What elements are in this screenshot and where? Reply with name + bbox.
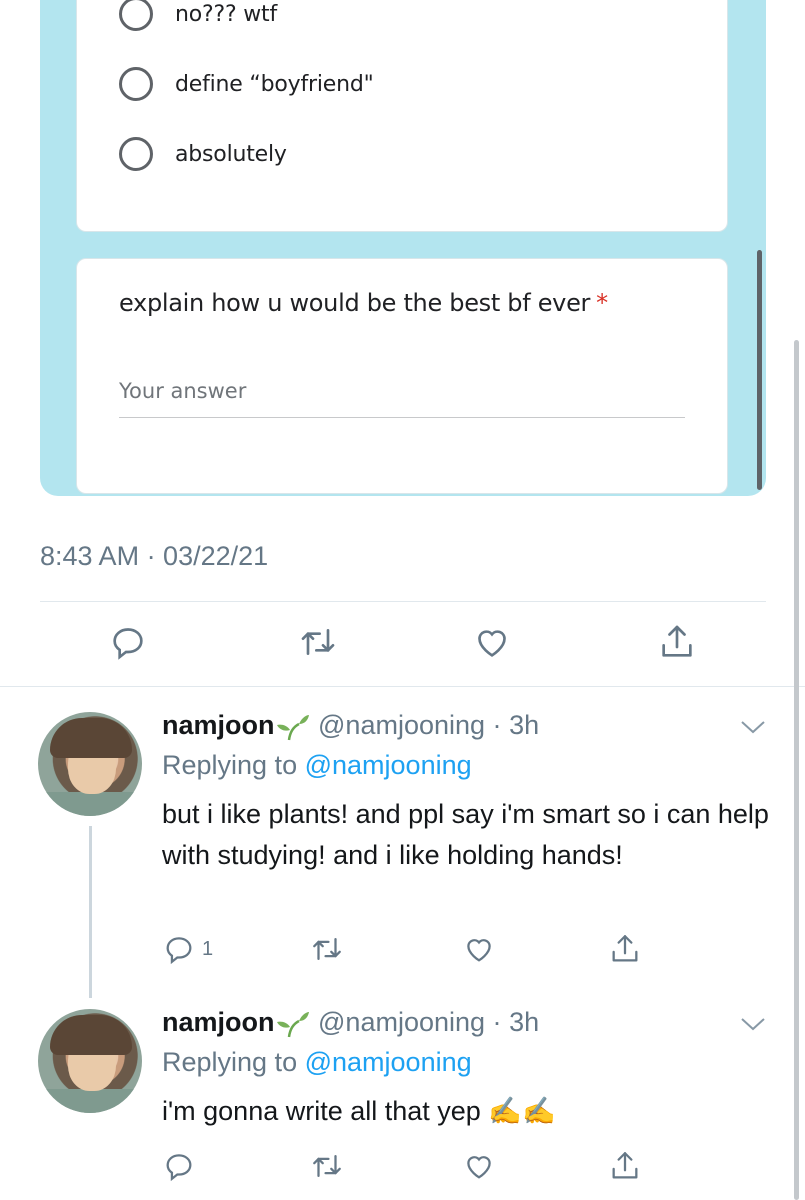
reply-count: 1 <box>202 937 214 960</box>
like-button[interactable] <box>470 620 514 664</box>
tweet-actions <box>0 620 805 670</box>
heart-icon <box>467 939 491 962</box>
question-title: explain how u would be the best bf ever * <box>119 289 608 317</box>
avatar[interactable] <box>38 712 142 816</box>
option-row: no??? wtf <box>119 0 277 34</box>
option-label: define “boyfriend" <box>175 71 374 97</box>
tweet-text: i'm gonna write all that yep ✍️✍️ <box>162 1096 556 1126</box>
avatar-shirt <box>38 1089 142 1113</box>
avatar[interactable] <box>38 1009 142 1113</box>
sprout-icon <box>276 1011 309 1038</box>
avatar-shirt <box>38 792 142 816</box>
option-label: no??? wtf <box>175 1 277 27</box>
avatar-hair <box>50 1015 132 1055</box>
option-row: define “boyfriend" <box>119 64 374 104</box>
answer-underline <box>119 417 685 418</box>
divider <box>0 686 805 687</box>
option-label: absolutely <box>175 141 287 167</box>
replying-to: Replying to @namjooning <box>162 750 472 781</box>
tweet-text: but i like plants! and ppl say i'm smart… <box>162 799 769 870</box>
tweet-time: 3h <box>509 710 540 740</box>
radio-button <box>119 67 153 101</box>
tweet-header: namjoon @namjooning · 3h <box>162 710 539 741</box>
retweet-icon <box>301 629 335 655</box>
share-button[interactable] <box>655 620 699 664</box>
tweet-time: 3h <box>509 1007 540 1037</box>
reply-button[interactable] <box>162 1149 202 1183</box>
replying-prefix: Replying to <box>162 750 298 780</box>
retweet-button[interactable] <box>310 932 344 966</box>
reply-button[interactable]: 1 <box>162 932 213 966</box>
heart-icon <box>478 630 506 657</box>
avatar-hair <box>50 718 132 758</box>
mention-link[interactable]: @namjooning <box>305 1047 472 1077</box>
retweet-icon <box>313 1154 341 1178</box>
option-row: absolutely <box>119 134 287 174</box>
like-button[interactable] <box>462 1149 496 1183</box>
radio-button <box>119 137 153 171</box>
question-card: explain how u would be the best bf ever *… <box>76 258 728 494</box>
radio-button <box>119 0 153 31</box>
chevron-down-icon[interactable] <box>738 1014 768 1034</box>
reply-button[interactable] <box>106 620 150 664</box>
mention-link[interactable]: @namjooning <box>305 750 472 780</box>
form-scrollbar <box>757 250 762 490</box>
tweet-timestamp: 8:43 AM · 03/22/21 <box>40 541 269 571</box>
form-screenshot-image[interactable]: no??? wtf define “boyfriend" absolutely … <box>40 0 766 496</box>
share-icon <box>612 1152 638 1179</box>
handle[interactable]: @namjooning <box>318 710 485 740</box>
retweet-button[interactable] <box>296 620 340 664</box>
separator-dot: · <box>492 710 502 740</box>
question-text: explain how u would be the best bf ever <box>119 289 591 317</box>
tweet-header: namjoon @namjooning · 3h <box>162 1007 539 1038</box>
reply-icon <box>166 937 192 965</box>
options-card: no??? wtf define “boyfriend" absolutely <box>76 0 728 232</box>
retweet-icon <box>313 937 341 961</box>
share-icon <box>662 625 692 657</box>
divider <box>40 601 766 602</box>
share-button[interactable] <box>608 932 642 966</box>
answer-placeholder: Your answer <box>119 379 247 403</box>
replying-prefix: Replying to <box>162 1047 298 1077</box>
chevron-down-icon[interactable] <box>738 717 768 737</box>
replying-to: Replying to @namjooning <box>162 1047 472 1078</box>
retweet-button[interactable] <box>310 1149 344 1183</box>
required-asterisk: * <box>596 289 608 317</box>
display-name[interactable]: namjoon <box>162 710 275 740</box>
display-name[interactable]: namjoon <box>162 1007 275 1037</box>
like-button[interactable] <box>462 932 496 966</box>
sprout-icon <box>276 714 309 741</box>
reply-icon <box>113 628 143 660</box>
reply-icon <box>166 1154 192 1182</box>
share-icon <box>612 935 638 962</box>
heart-icon <box>467 1156 491 1179</box>
page-scrollbar[interactable] <box>794 340 799 1200</box>
thread-line <box>89 826 92 998</box>
handle[interactable]: @namjooning <box>318 1007 485 1037</box>
separator-dot: · <box>492 1007 502 1037</box>
share-button[interactable] <box>608 1149 642 1183</box>
